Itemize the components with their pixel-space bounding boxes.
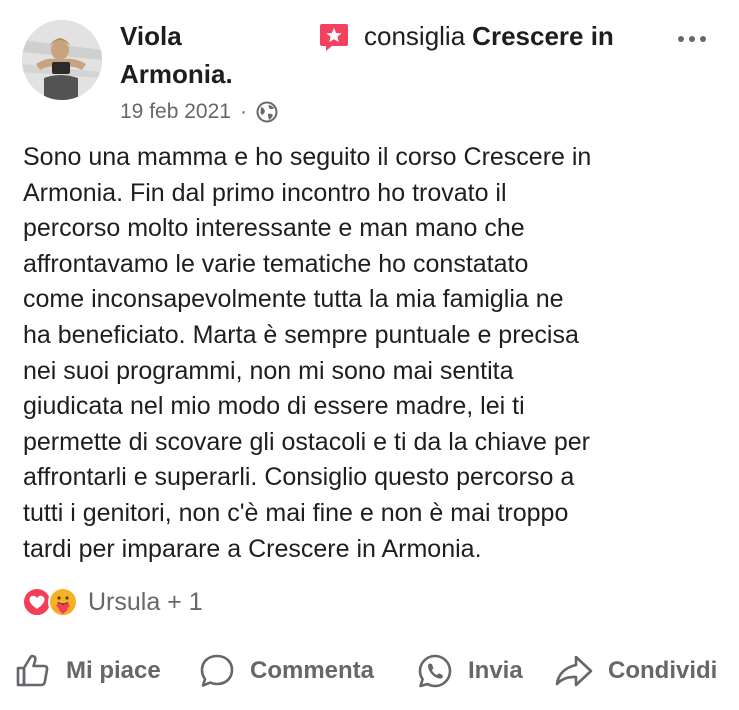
post-date[interactable]: 19 feb 2021 xyxy=(120,100,231,124)
comment-label: Commenta xyxy=(250,657,375,684)
more-dot xyxy=(689,36,695,42)
post-text-line: permette di scovare gli ostacoli e ti da… xyxy=(23,427,590,456)
avatar-photo xyxy=(22,20,102,100)
more-dot xyxy=(700,36,706,42)
send-label: Invia xyxy=(468,657,523,684)
like-button[interactable]: Mi piace xyxy=(14,648,161,694)
recommends-label: consiglia xyxy=(364,21,466,51)
post-meta: 19 feb 2021 · xyxy=(120,97,278,127)
comment-bubble-icon xyxy=(200,654,234,687)
like-label: Mi piace xyxy=(66,657,161,684)
whatsapp-icon xyxy=(418,654,452,688)
post-text-line: Sono una mamma e ho seguito il corso Cre… xyxy=(23,143,592,171)
meta-separator: · xyxy=(239,100,247,123)
post-text-line: tutti i genitori, non c'è mai fine e non… xyxy=(23,498,569,527)
post-text-line: affrontavamo le varie tematiche ho const… xyxy=(23,249,529,278)
post-text-line: nei suoi programmi, non mi sono mai sent… xyxy=(23,356,514,385)
globe-icon[interactable] xyxy=(256,101,278,123)
post-text-line: tardi per imparare a Crescere in Armonia… xyxy=(23,534,482,563)
more-options-icon[interactable] xyxy=(678,36,706,42)
post-text-line: come inconsapevolmente tutta la mia fami… xyxy=(23,285,564,314)
thumbs-up-icon xyxy=(16,654,49,687)
share-arrow-icon xyxy=(555,655,593,687)
recommendation-header: consiglia Crescere in xyxy=(318,17,614,55)
post-text-line: ha beneficiato. Marta è sempre puntuale … xyxy=(23,320,579,349)
post-text-line: giudicata nel mio modo di essere madre, … xyxy=(23,392,525,421)
comment-button[interactable]: Commenta xyxy=(198,648,374,694)
action-bar: Mi piace Commenta Invia Condividi xyxy=(0,648,739,694)
author-name-line-1: Viola xyxy=(120,21,182,51)
reactions-summary[interactable]: Ursula + 1 xyxy=(22,586,203,618)
author-name[interactable]: Viola Armonia. xyxy=(120,17,280,93)
care-reaction-icon xyxy=(48,587,78,617)
more-dot xyxy=(678,36,684,42)
share-button[interactable]: Condividi xyxy=(554,648,717,694)
send-button[interactable]: Invia xyxy=(416,648,523,694)
post-text-line: percorso molto interessante e man mano c… xyxy=(23,214,525,243)
avatar[interactable] xyxy=(22,20,102,100)
reactions-text: Ursula + 1 xyxy=(88,587,203,616)
author-name-line-2: Armonia. xyxy=(120,59,233,89)
share-label: Condividi xyxy=(608,657,718,684)
recommend-badge-icon xyxy=(320,24,348,51)
recommended-page-link[interactable]: Crescere in xyxy=(472,17,614,55)
post-text: Sono una mamma e ho seguito il corso Cre… xyxy=(23,140,719,567)
post-text-line: affrontarli e superarli. Consiglio quest… xyxy=(23,463,575,492)
recommendation-post: Viola Armonia. consiglia Crescere in 19 … xyxy=(0,0,739,710)
post-text-line: Armonia. Fin dal primo incontro ho trova… xyxy=(23,178,507,207)
